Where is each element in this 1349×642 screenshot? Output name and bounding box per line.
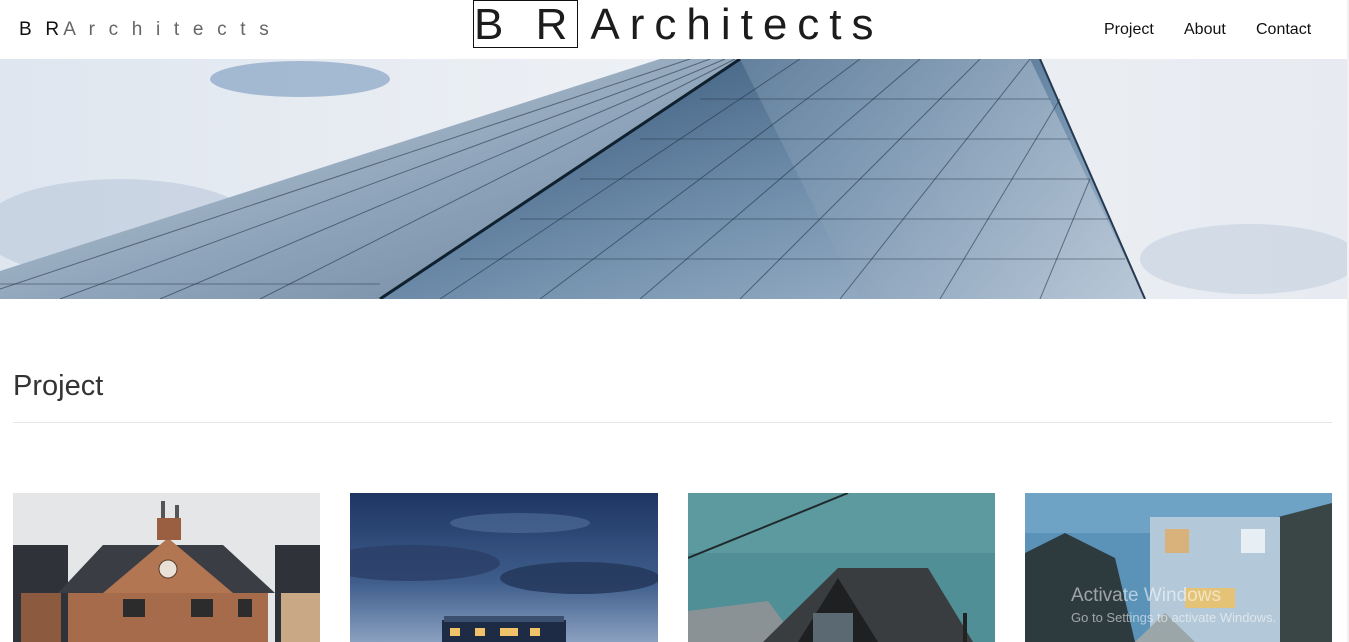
logo-initials: B R — [19, 19, 64, 40]
site-logo[interactable]: B RA r c h i t e c t s — [19, 19, 273, 41]
windows-activation-watermark: Activate Windows Go to Settings to activ… — [1071, 585, 1276, 627]
section-divider — [13, 422, 1332, 423]
nav-link-project[interactable]: Project — [1104, 20, 1154, 39]
logo-wordmark: A r c h i t e c t s — [63, 19, 273, 40]
watermark-subtitle: Go to Settings to activate Windows. — [1071, 610, 1277, 625]
project-card-dusk-building[interactable] — [350, 493, 658, 642]
brand-title: B R Architects — [473, 0, 884, 49]
hero-banner-image — [0, 59, 1347, 299]
brand-title-word: Architects — [590, 0, 884, 49]
watermark-title: Activate Windows — [1071, 585, 1221, 606]
project-card-gabled-house[interactable] — [688, 493, 995, 642]
nav-link-about[interactable]: About — [1184, 20, 1226, 39]
top-navigation-bar: B RA r c h i t e c t s B R Architects Pro… — [0, 0, 1349, 59]
nav-link-contact[interactable]: Contact — [1256, 20, 1311, 39]
project-card-brick-houses[interactable] — [13, 493, 320, 642]
brand-title-initials-box: B R — [473, 0, 579, 49]
section-title-project: Project — [13, 370, 104, 402]
